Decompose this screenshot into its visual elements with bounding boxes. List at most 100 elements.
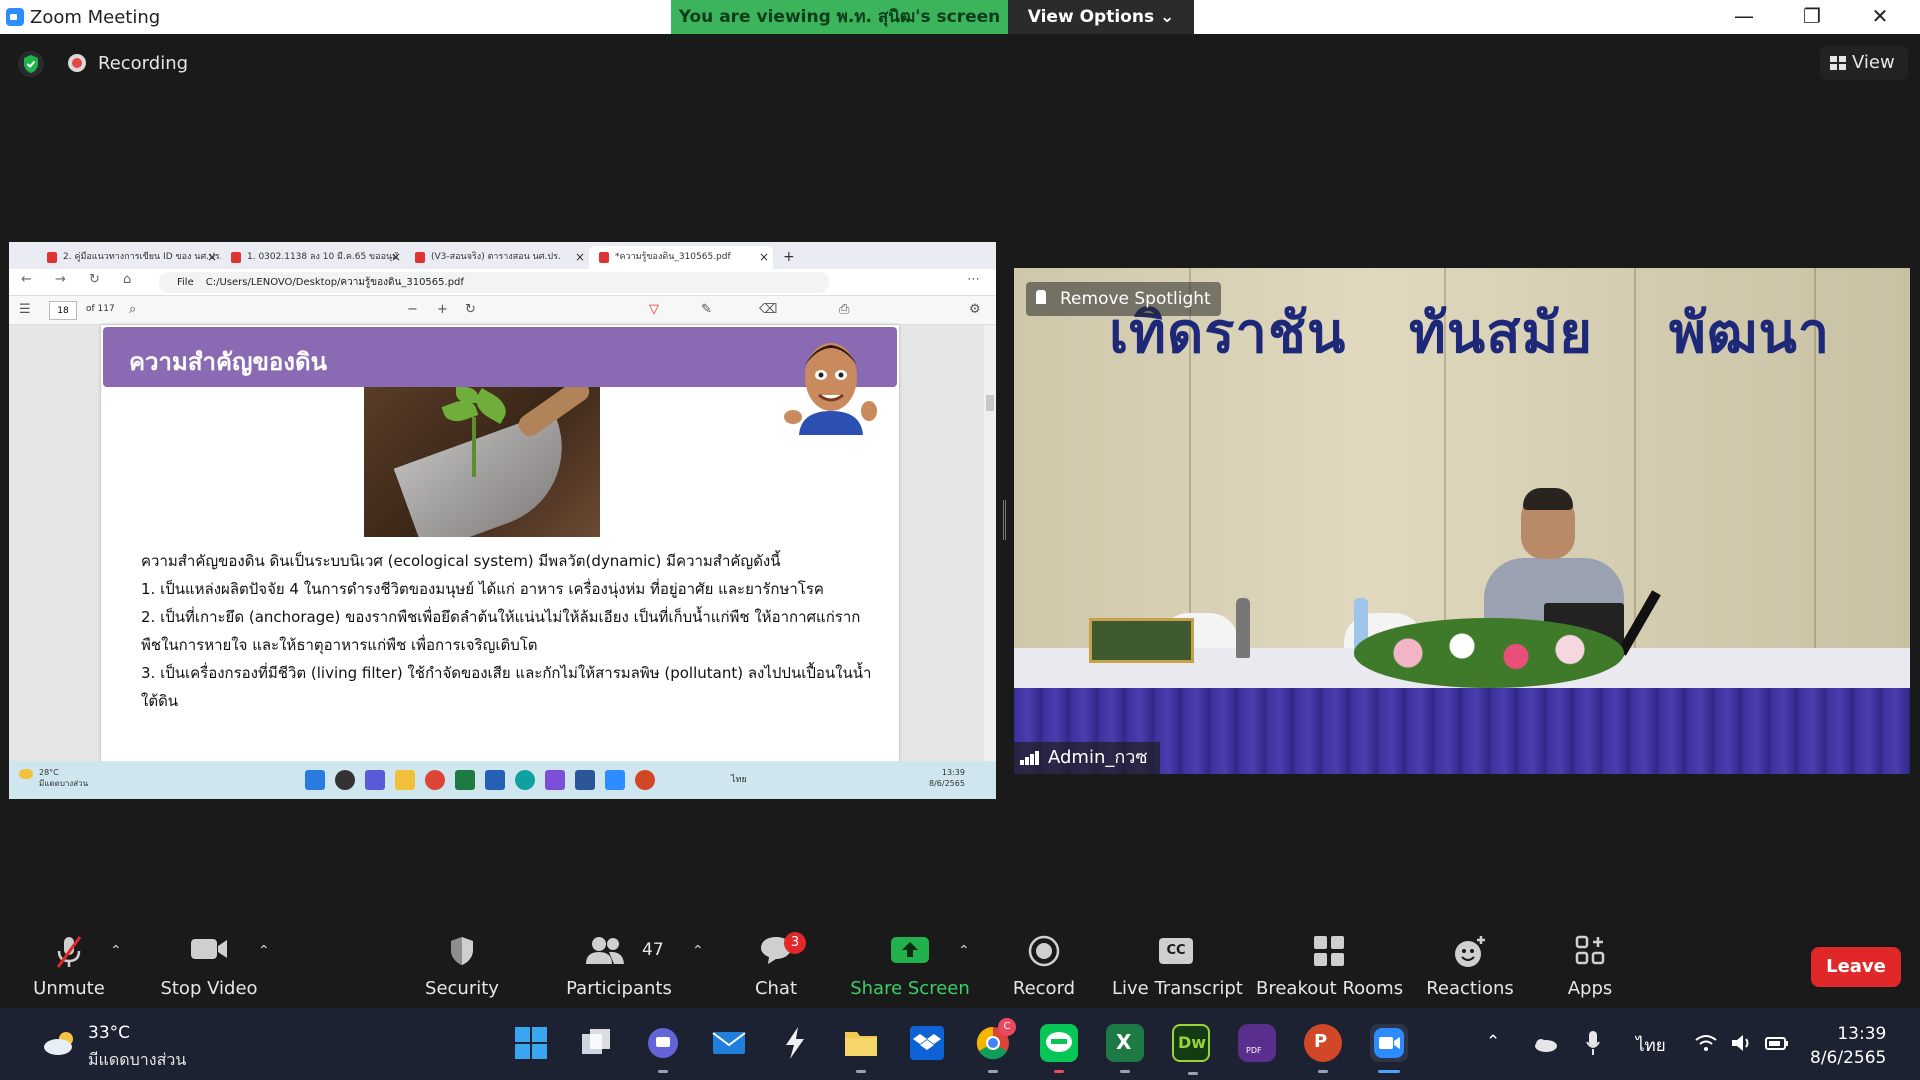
taskbar-clock[interactable]: 13:39 8/6/2565 [1810,1022,1886,1070]
reactions-button[interactable]: Reactions [1420,915,1520,1008]
tab-close-icon[interactable]: × [759,246,769,268]
taskbar-mail[interactable] [710,1024,748,1062]
browser-tab[interactable]: 2. คู่มือแนวทางการเขียน ID ของ นศ.ปร. × [37,246,221,269]
home-icon[interactable]: ⌂ [123,272,131,287]
zoom-icon [1374,1028,1404,1058]
taskbar-teams-chat[interactable] [644,1024,682,1073]
teams-chat-icon [648,1028,678,1058]
draw-icon[interactable]: ✎ [701,302,712,317]
participants-caret-icon[interactable]: ⌃ [692,943,704,959]
share-screen-arrow-icon [891,937,929,963]
chat-badge: 3 [784,932,806,954]
remove-spotlight-button[interactable]: Remove Spotlight [1026,282,1221,316]
live-transcript-button[interactable]: CC Live Transcript [1112,915,1243,1008]
start-button[interactable] [512,1024,550,1062]
input-language[interactable]: ไทย [1636,1032,1666,1059]
battery-icon[interactable] [1764,1034,1790,1052]
contents-icon[interactable]: ☰ [19,302,31,317]
taskbar-pdf-app[interactable]: PDF [1238,1024,1276,1062]
settings-icon[interactable]: ⚙ [969,302,981,317]
zoom-app-icon [6,8,24,26]
apps-button[interactable]: Apps [1550,915,1630,1008]
view-label: View [1852,52,1895,73]
chrome-profile-badge: C [998,1018,1016,1036]
rotate-icon[interactable]: ↻ [465,302,476,317]
taskbar-file-explorer[interactable] [842,1024,880,1073]
minimize-button[interactable]: — [1710,0,1778,34]
unmute-button[interactable]: Unmute [18,915,120,1008]
tab-close-icon[interactable]: × [575,246,585,268]
taskbar-chrome[interactable]: C [974,1018,1016,1073]
weather-condition: มีแดดบางส่วน [88,1050,187,1069]
microphone-muted-icon [56,936,82,968]
participants-button[interactable]: 47 Participants [560,915,678,1008]
taskbar-app-bolt[interactable] [776,1024,814,1062]
encryption-shield-icon[interactable] [18,51,44,77]
video-options-caret-icon[interactable]: ⌃ [258,943,270,959]
taskbar-powerpoint[interactable]: P [1304,1024,1342,1073]
taskbar-dropbox[interactable] [908,1024,946,1062]
pdf-icon [47,252,57,263]
taskbar-excel[interactable]: X [1106,1024,1144,1073]
taskbar-dreamweaver[interactable]: Dw [1172,1024,1210,1075]
new-tab-icon[interactable]: + [779,246,799,269]
eraser-icon[interactable]: ⌫ [759,302,777,317]
breakout-rooms-button[interactable]: Breakout Rooms [1256,915,1403,1008]
restore-button[interactable]: ❐ [1778,0,1846,34]
view-button[interactable]: View [1820,46,1908,80]
stop-video-button[interactable]: Stop Video [150,915,268,1008]
participant-name-tag: Admin_กวซ [1014,742,1160,774]
leave-button[interactable]: Leave [1811,947,1901,987]
pdf-page: ความสำคัญของดิน ความสำคัญของดิน ดินเป็นร… [101,325,899,761]
security-button[interactable]: Security [412,915,512,1008]
screen-share-banner: You are viewing พ.ท. สุนิฒ's screen [671,0,1008,34]
slide-line: ความสำคัญของดิน ดินเป็นระบบนิเวศ (ecolog… [141,552,781,570]
slide-line: ใต้ดิน [141,692,179,710]
video-camera-icon [191,939,227,959]
audio-options-caret-icon[interactable]: ⌃ [110,943,122,959]
speaker-volume-icon[interactable] [1730,1033,1754,1053]
browser-tab-active[interactable]: *ความรู้ของดิน_310565.pdf × [589,246,773,269]
microphone-icon[interactable] [1586,1030,1600,1056]
onedrive-cloud-icon[interactable] [1532,1036,1558,1052]
pdf-icon [231,252,241,263]
record-icon [1028,935,1060,967]
print-icon[interactable]: ⎙ [839,302,849,317]
wifi-icon[interactable] [1694,1034,1718,1052]
dropbox-icon [910,1026,944,1060]
tray-overflow-chevron-icon[interactable]: ⌃ [1486,1032,1500,1052]
remote-taskbar: 28°C มีแดดบางส่วน ไทย 13:39 8/6/2565 [9,761,996,799]
tab-close-icon[interactable]: × [391,246,401,268]
forward-icon[interactable]: → [55,272,66,287]
task-view-button[interactable] [578,1024,616,1062]
zoom-out-icon[interactable]: − [407,302,418,317]
zoom-in-icon[interactable]: + [437,302,448,317]
refresh-icon[interactable]: ↻ [89,272,100,287]
participants-icon [586,937,624,964]
share-options-caret-icon[interactable]: ⌃ [958,943,970,959]
url-field[interactable]: File C:/Users/LENOVO/Desktop/ความรู้ของดิ… [159,272,829,293]
taskbar-zoom[interactable] [1370,1024,1408,1073]
close-button[interactable]: ✕ [1846,0,1914,34]
view-options-button[interactable]: View Options ⌄ [1008,0,1194,34]
chat-button[interactable]: 3 Chat [736,915,816,1008]
task-view-icon [582,1029,610,1054]
search-icon[interactable]: ⌕ [129,302,136,317]
share-screen-button[interactable]: Share Screen [848,915,972,1008]
record-button[interactable]: Record [1004,915,1084,1008]
banner-word: ทันสมัย [1409,301,1594,366]
pdf-scrollbar[interactable] [984,325,996,761]
banner-word: พัฒนา [1669,301,1831,366]
split-divider-handle[interactable] [1003,500,1006,540]
participants-count: 47 [642,940,664,960]
mail-icon [712,1032,746,1054]
highlight-icon[interactable]: ▽ [649,302,659,317]
browser-tab[interactable]: (V3-สอนจริง) ตารางสอน นศ.ปร. × [405,246,589,269]
browser-tab[interactable]: 1. 0302.1138 ลง 10 มี.ค.65 ขออนุมั × [221,246,405,269]
more-icon[interactable]: ⋯ [967,272,980,287]
smiley-plus-icon [1455,936,1485,967]
page-number-input[interactable]: 18 [49,301,77,320]
back-icon[interactable]: ← [21,272,32,287]
taskbar-line[interactable] [1040,1024,1078,1073]
tab-close-icon[interactable]: × [207,246,217,268]
